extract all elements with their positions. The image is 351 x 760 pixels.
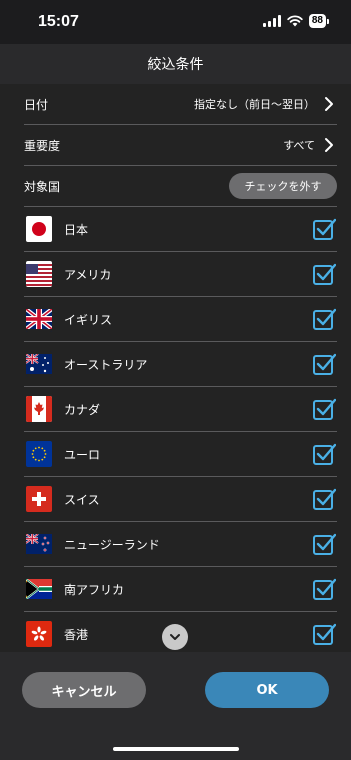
checkbox-checked-icon[interactable] (312, 622, 336, 646)
ok-button[interactable]: OK (205, 672, 329, 708)
country-name: 南アフリカ (64, 582, 125, 597)
importance-label: 重要度 (24, 138, 61, 153)
uncheck-all-button[interactable]: チェックを外す (229, 173, 337, 199)
home-indicator[interactable] (113, 747, 239, 751)
checkbox-checked-icon[interactable] (312, 532, 336, 556)
country-row-south-africa[interactable]: 南アフリカ (24, 567, 337, 612)
canada-flag-icon (26, 396, 52, 422)
filter-list[interactable]: 日付 指定なし（前日〜翌日） 重要度 すべて 対象国 チェックを外す 日本 アメ… (0, 84, 351, 652)
chevron-down-icon (170, 634, 180, 640)
battery-tip (327, 18, 329, 24)
country-name: スイス (64, 492, 100, 507)
country-row-canada[interactable]: カナダ (24, 387, 337, 432)
country-row-japan[interactable]: 日本 (24, 207, 337, 252)
country-name: ユーロ (64, 447, 101, 462)
nav-bar: 絞込条件 (0, 44, 351, 84)
cancel-button[interactable]: キャンセル (22, 672, 146, 708)
eu-flag-icon (26, 441, 52, 467)
country-name: アメリカ (64, 267, 112, 282)
date-label: 日付 (24, 97, 49, 112)
hong-kong-flag-icon (26, 621, 52, 647)
page-title: 絞込条件 (147, 57, 204, 73)
checkbox-checked-icon[interactable] (312, 307, 336, 331)
scroll-down-button[interactable] (162, 624, 188, 650)
country-name: イギリス (64, 312, 113, 327)
country-row-new-zealand[interactable]: ニュージーランド (24, 522, 337, 567)
australia-flag-icon (26, 351, 52, 377)
chevron-right-icon (325, 97, 333, 111)
status-time: 15:07 (38, 13, 79, 30)
country-row-australia[interactable]: オーストラリア (24, 342, 337, 387)
switzerland-flag-icon (26, 486, 52, 512)
country-name: カナダ (64, 402, 101, 417)
date-filter-row[interactable]: 日付 指定なし（前日〜翌日） (24, 84, 337, 125)
wifi-icon (287, 15, 303, 27)
checkbox-checked-icon[interactable] (312, 577, 336, 601)
country-row-usa[interactable]: アメリカ (24, 252, 337, 297)
south-africa-flag-icon (26, 576, 52, 602)
japan-flag-icon (26, 216, 52, 242)
checkbox-checked-icon[interactable] (312, 397, 336, 421)
country-name: オーストラリア (64, 357, 148, 372)
new-zealand-flag-icon (26, 531, 52, 557)
country-label: 対象国 (24, 179, 61, 194)
checkbox-checked-icon[interactable] (312, 352, 336, 376)
importance-value: すべて (283, 139, 315, 152)
country-name: 香港 (64, 627, 89, 642)
checkbox-checked-icon[interactable] (312, 217, 336, 241)
checkbox-checked-icon[interactable] (312, 487, 336, 511)
checkbox-checked-icon[interactable] (312, 442, 336, 466)
checkbox-checked-icon[interactable] (312, 262, 336, 286)
country-row-switzerland[interactable]: スイス (24, 477, 337, 522)
usa-flag-icon (26, 261, 52, 287)
chevron-right-icon (325, 138, 333, 152)
uk-flag-icon (26, 306, 52, 332)
importance-filter-row[interactable]: 重要度 すべて (24, 125, 337, 166)
date-value: 指定なし（前日〜翌日） (194, 98, 315, 111)
cellular-signal-icon (262, 15, 281, 27)
country-name: ニュージーランド (64, 537, 160, 552)
status-icons: 88 (262, 14, 329, 28)
country-name: 日本 (64, 222, 89, 237)
footer-actions: キャンセル OK (0, 652, 351, 760)
country-row-uk[interactable]: イギリス (24, 297, 337, 342)
status-bar: 15:07 88 (0, 0, 351, 44)
country-row-euro[interactable]: ユーロ (24, 432, 337, 477)
battery-icon: 88 (308, 14, 326, 28)
country-filter-header: 対象国 チェックを外す (24, 166, 337, 207)
